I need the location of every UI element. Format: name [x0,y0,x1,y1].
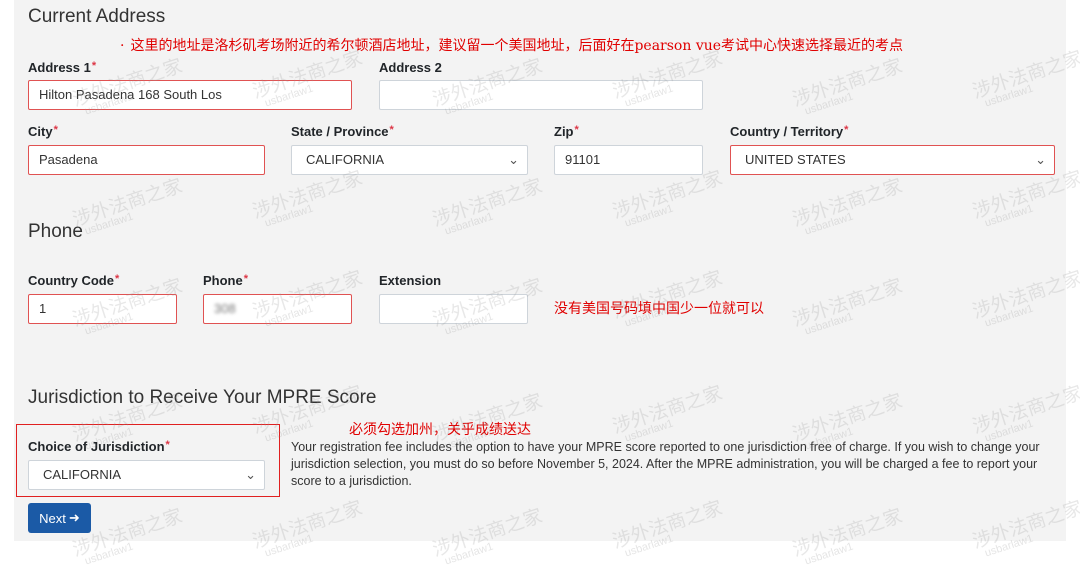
required-mark: * [574,124,579,136]
country-select[interactable]: UNITED STATES ⌄ [730,145,1055,175]
address-annotation-text: 这里的地址是洛杉矶考场附近的希尔顿酒店地址，建议留一个美国地址，后面好在pear… [130,38,904,54]
required-mark: * [91,60,97,72]
phone-input-value: 308 [214,301,236,316]
chevron-down-icon: ⌄ [245,467,256,482]
jurisdiction-annotation: 必须勾选加州，关乎成绩送达 [349,422,531,438]
jurisdiction-description: Your registration fee includes the optio… [291,440,1040,488]
phone-title: Phone [28,221,83,242]
phone-input[interactable]: 308 [203,294,352,324]
required-mark: * [53,124,58,136]
extension-label: Extension [379,273,442,288]
arrow-right-icon: ➜ [68,510,80,525]
country-select-value: UNITED STATES [745,152,846,167]
required-mark: * [844,124,849,136]
city-label-text: City [28,124,53,139]
city-label: City* [28,124,58,139]
jurisdiction-title: Jurisdiction to Receive Your MPRE Score [28,387,377,408]
state-label: State / Province* [291,124,394,139]
phone-label-text: Phone [203,273,243,288]
address-annotation: · 这里的地址是洛杉矶考场附近的希尔顿酒店地址，建议留一个美国地址，后面好在pea… [120,35,903,55]
zip-label-text: Zip [554,124,574,139]
country-code-label-text: Country Code [28,273,114,288]
address1-label-text: Address 1 [28,60,91,75]
required-mark: * [243,273,249,285]
state-select-value: CALIFORNIA [306,152,385,167]
required-mark: * [165,439,170,451]
zip-input[interactable]: 91101 [554,145,703,175]
watermark-subtext: usbarlaw1 [443,540,495,567]
address2-label: Address 2 [379,60,442,75]
state-label-text: State / Province [291,124,389,139]
jurisdiction-label: Choice of Jurisdiction* [28,439,170,454]
country-label-text: Country / Territory [730,124,844,139]
watermark-subtext: usbarlaw1 [83,540,135,567]
chevron-down-icon: ⌄ [508,152,519,167]
annotation-bullet: · [120,38,125,54]
country-label: Country / Territory* [730,124,848,139]
jurisdiction-select-value: CALIFORNIA [43,467,122,482]
address2-input[interactable] [379,80,703,110]
extension-input[interactable] [379,294,528,324]
phone-label: Phone* [203,273,248,288]
jurisdiction-select[interactable]: CALIFORNIA ⌄ [28,460,265,490]
required-mark: * [114,273,120,285]
next-button[interactable]: Next ➜ [28,503,91,533]
address1-label: Address 1* [28,60,96,75]
city-input[interactable]: Pasadena [28,145,265,175]
country-code-label: Country Code* [28,273,119,288]
state-select[interactable]: CALIFORNIA ⌄ [291,145,528,175]
country-code-input[interactable]: 1 [28,294,177,324]
required-mark: * [389,124,394,136]
next-button-label: Next [39,510,66,526]
current-address-title: Current Address [28,6,166,27]
address1-input[interactable]: Hilton Pasadena 168 South Los [28,80,352,110]
phone-annotation: 没有美国号码填中国少一位就可以 [554,301,764,317]
watermark-subtext: usbarlaw1 [803,540,855,567]
zip-label: Zip* [554,124,579,139]
jurisdiction-label-text: Choice of Jurisdiction [28,439,165,454]
chevron-down-icon: ⌄ [1035,152,1046,167]
